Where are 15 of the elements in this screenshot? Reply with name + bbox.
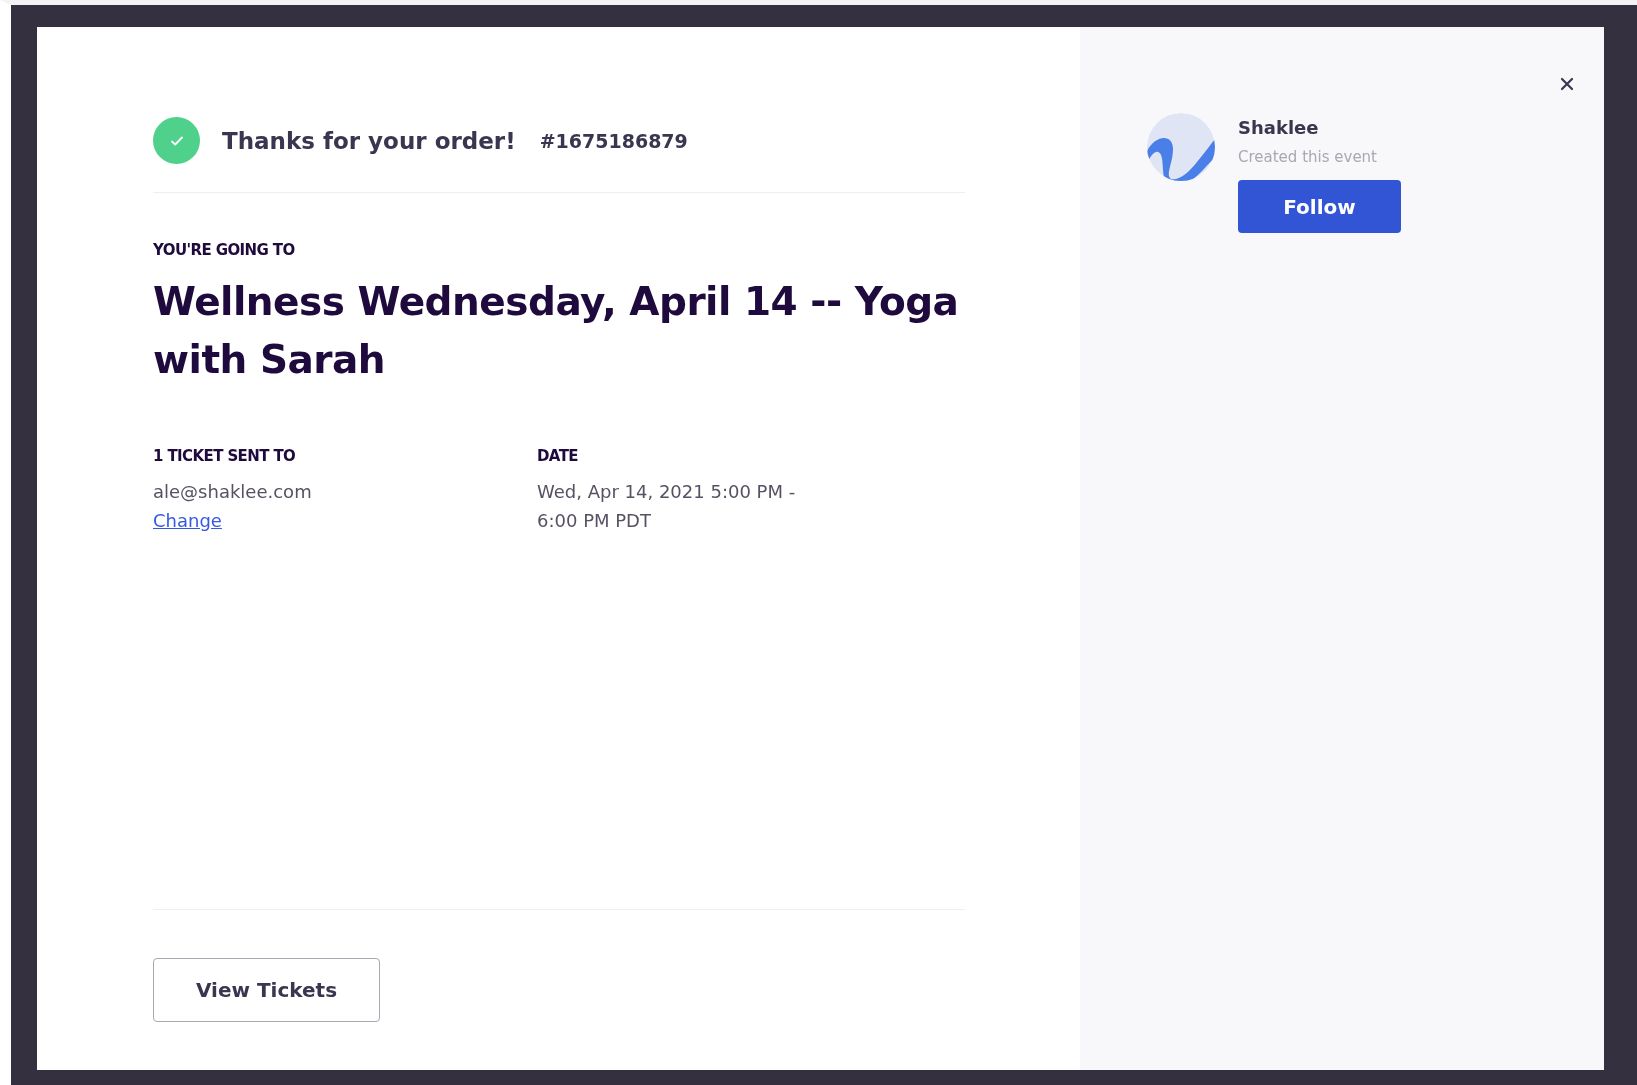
organizer-avatar (1147, 113, 1215, 181)
order-number: #1675186879 (539, 129, 688, 152)
change-link[interactable]: Change (153, 506, 222, 535)
event-title: Wellness Wednesday, April 14 -- Yoga with Sarah (153, 278, 960, 384)
confirmation-message: Thanks for your order! (222, 127, 516, 154)
section-label: YOU'RE GOING TO (153, 241, 296, 259)
view-tickets-button[interactable]: View Tickets (153, 958, 380, 1022)
detail-text: 6:00 PM PDT (537, 509, 652, 533)
detail-text: Wed, Apr 14, 2021 5:00 PM - (537, 480, 797, 504)
follow-button[interactable]: Follow (1238, 180, 1401, 233)
detail-heading: DATE (537, 447, 579, 465)
organizer-name: Shaklee (1238, 117, 1320, 138)
detail-heading: 1 TICKET SENT TO (153, 447, 297, 465)
organizer-subtitle: Created this event (1238, 148, 1378, 166)
detail-text: ale@shaklee.com (153, 480, 313, 504)
